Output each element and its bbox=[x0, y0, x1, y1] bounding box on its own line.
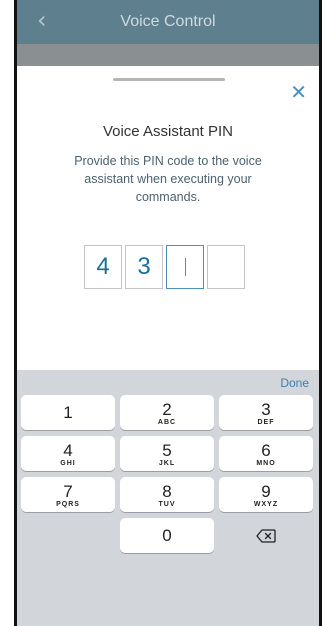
key-8[interactable]: 8 TUV bbox=[120, 477, 214, 512]
backspace-icon bbox=[256, 528, 276, 543]
key-number: 3 bbox=[261, 400, 271, 419]
sheet-title: Voice Assistant PIN bbox=[102, 123, 234, 140]
key-2[interactable]: 2 ABC bbox=[120, 395, 214, 430]
key-letters: WXYZ bbox=[253, 501, 279, 508]
key-number: 0 bbox=[162, 526, 172, 545]
key-5[interactable]: 5 JKL bbox=[120, 436, 214, 471]
key-7[interactable]: 7 PQRS bbox=[21, 477, 115, 512]
key-letters: GHI bbox=[60, 460, 76, 467]
key-number: 6 bbox=[261, 441, 271, 460]
key-letters: ABC bbox=[157, 419, 177, 426]
pin-input[interactable]: 4 3 bbox=[84, 245, 245, 289]
key-letters: MNO bbox=[256, 460, 276, 467]
nav-bar: ‹ Voice Control bbox=[17, 0, 319, 44]
nav-title: Voice Control bbox=[120, 13, 216, 30]
key-0[interactable]: 0 bbox=[120, 518, 214, 553]
key-9[interactable]: 9 WXYZ bbox=[219, 477, 313, 512]
key-number: 4 bbox=[63, 441, 73, 460]
key-letters: TUV bbox=[158, 501, 176, 508]
key-letters: PQRS bbox=[56, 501, 80, 508]
key-letters: DEF bbox=[257, 419, 275, 426]
key-number: 7 bbox=[63, 482, 73, 501]
key-number: 1 bbox=[63, 403, 73, 422]
numeric-keyboard: Done 1 2 ABC 3 DEF 4 GHI 5 JKL 6 MNO 7 P… bbox=[17, 370, 319, 626]
pin-digit-4[interactable] bbox=[207, 245, 245, 289]
sheet-grabber[interactable] bbox=[113, 78, 225, 81]
close-icon: ✕ bbox=[290, 80, 307, 104]
delete-key[interactable] bbox=[219, 518, 313, 553]
key-letters: JKL bbox=[158, 460, 176, 467]
key-6[interactable]: 6 MNO bbox=[219, 436, 313, 471]
sheet-description: Provide this PIN code to the voice assis… bbox=[74, 154, 262, 204]
done-button[interactable]: Done bbox=[280, 376, 309, 390]
key-number: 8 bbox=[162, 482, 172, 501]
close-button[interactable]: ✕ bbox=[290, 82, 307, 102]
dimmed-background bbox=[17, 44, 319, 66]
key-number: 5 bbox=[162, 441, 172, 460]
phone-frame: ‹ Voice Control ✕ Voice Assistant PIN Pr… bbox=[14, 0, 322, 626]
key-1[interactable]: 1 bbox=[21, 395, 115, 430]
pin-digit-2[interactable]: 3 bbox=[125, 245, 163, 289]
key-number: 9 bbox=[261, 482, 271, 501]
pin-sheet: ✕ Voice Assistant PIN Provide this PIN c… bbox=[17, 66, 319, 370]
key-3[interactable]: 3 DEF bbox=[219, 395, 313, 430]
keyboard-toolbar: Done bbox=[17, 370, 319, 394]
text-cursor bbox=[184, 258, 186, 276]
key-number: 2 bbox=[162, 400, 172, 419]
key-4[interactable]: 4 GHI bbox=[21, 436, 115, 471]
pin-digit-1[interactable]: 4 bbox=[84, 245, 122, 289]
pin-digit-3[interactable] bbox=[166, 245, 204, 289]
